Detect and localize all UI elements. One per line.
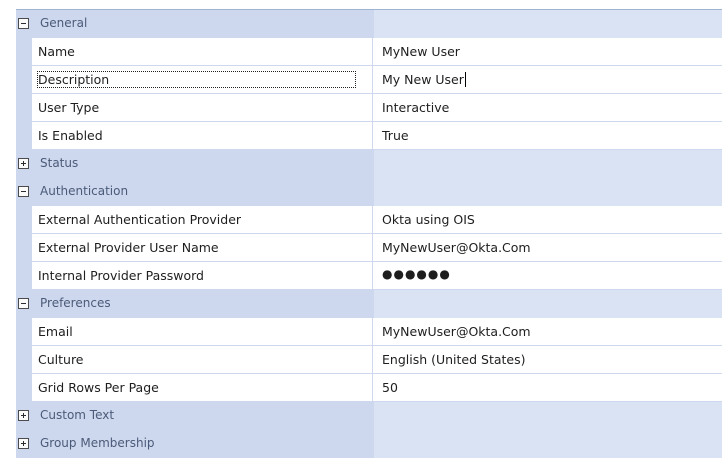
property-row-grid-rows-per-page[interactable]: Grid Rows Per Page 50 — [16, 374, 722, 402]
expand-icon[interactable] — [18, 410, 29, 421]
property-value-cell[interactable]: Okta using OIS — [374, 206, 722, 233]
property-name-label: Email — [38, 324, 73, 339]
property-name-label: Culture — [38, 352, 84, 367]
property-name-label: Grid Rows Per Page — [38, 380, 159, 395]
expand-icon[interactable] — [18, 158, 29, 169]
property-value-text: Okta using OIS — [382, 212, 475, 227]
property-row-user-type[interactable]: User Type Interactive — [16, 94, 722, 122]
property-row-is-enabled[interactable]: Is Enabled True — [16, 122, 722, 150]
property-name-label: Is Enabled — [38, 128, 103, 143]
property-grid: General Name MyNew User Description My New U… — [0, 0, 722, 458]
category-label: Preferences — [40, 296, 111, 310]
property-name-cell[interactable]: Description — [32, 66, 373, 93]
property-row-name[interactable]: Name MyNew User — [16, 38, 722, 66]
property-name-cell[interactable]: External Authentication Provider — [32, 206, 373, 233]
property-value-text: MyNewUser@Okta.Com — [382, 240, 531, 255]
property-value-editor[interactable]: My New User — [374, 66, 722, 93]
property-name-cell[interactable]: Culture — [32, 346, 373, 373]
category-value-cell — [374, 10, 722, 38]
category-row-general[interactable]: General — [16, 10, 722, 38]
property-name-label: User Type — [38, 100, 100, 115]
property-row-external-provider-user-name[interactable]: External Provider User Name MyNewUser@Okt… — [16, 234, 722, 262]
category-label: Status — [40, 156, 79, 170]
property-row-email[interactable]: Email MyNewUser@Okta.Com — [16, 318, 722, 346]
property-value-cell[interactable]: MyNew User — [374, 38, 722, 65]
category-label: Custom Text — [40, 408, 115, 422]
property-value-text: ●●●●●● — [382, 267, 451, 281]
property-value-cell[interactable]: MyNewUser@Okta.Com — [374, 234, 722, 261]
category-row-group-membership[interactable]: Group Membership — [16, 430, 722, 458]
property-value-text: My New User — [382, 72, 464, 87]
property-value-text: MyNewUser@Okta.Com — [382, 324, 531, 339]
property-value-cell[interactable]: Interactive — [374, 94, 722, 121]
collapse-icon[interactable] — [18, 186, 29, 197]
property-name-cell[interactable]: User Type — [32, 94, 373, 121]
property-value-cell[interactable]: MyNewUser@Okta.Com — [374, 318, 722, 345]
property-name-label: Name — [38, 44, 75, 59]
property-row-internal-provider-password[interactable]: Internal Provider Password ●●●●●● — [16, 262, 722, 290]
property-name-label: External Authentication Provider — [38, 212, 242, 227]
property-name-label: Internal Provider Password — [38, 268, 204, 283]
expand-icon[interactable] — [18, 438, 29, 449]
category-row-preferences[interactable]: Preferences — [16, 290, 722, 318]
category-row-status[interactable]: Status — [16, 150, 722, 178]
property-name-cell[interactable]: Internal Provider Password — [32, 262, 373, 289]
category-row-authentication[interactable]: Authentication — [16, 178, 722, 206]
category-label: Group Membership — [40, 436, 155, 450]
category-value-cell — [374, 150, 722, 178]
category-label: Authentication — [40, 184, 129, 198]
property-row-culture[interactable]: Culture English (United States) — [16, 346, 722, 374]
property-value-cell[interactable]: English (United States) — [374, 346, 722, 373]
category-value-cell — [374, 178, 722, 206]
category-label: General — [40, 16, 88, 30]
property-value-text: MyNew User — [382, 44, 460, 59]
property-value-text: Interactive — [382, 100, 450, 115]
property-value-cell[interactable]: 50 — [374, 374, 722, 401]
property-value-text: True — [382, 128, 409, 143]
property-name-cell[interactable]: Is Enabled — [32, 122, 373, 149]
collapse-icon[interactable] — [18, 298, 29, 309]
property-value-text: English (United States) — [382, 352, 526, 367]
category-value-cell — [374, 430, 722, 458]
category-value-cell — [374, 402, 722, 430]
password-field[interactable]: ●●●●●● — [374, 262, 722, 289]
category-row-custom-text[interactable]: Custom Text — [16, 402, 722, 430]
property-name-cell[interactable]: Name — [32, 38, 373, 65]
property-name-label: External Provider User Name — [38, 240, 219, 255]
property-value-text: 50 — [382, 380, 398, 395]
property-row-description[interactable]: Description My New User — [16, 66, 722, 94]
property-name-label: Description — [36, 71, 357, 88]
collapse-icon[interactable] — [18, 18, 29, 29]
category-value-cell — [374, 290, 722, 318]
property-name-cell[interactable]: External Provider User Name — [32, 234, 373, 261]
property-name-cell[interactable]: Email — [32, 318, 373, 345]
property-name-cell[interactable]: Grid Rows Per Page — [32, 374, 373, 401]
property-row-external-authentication-provider[interactable]: External Authentication Provider Okta usi… — [16, 206, 722, 234]
property-value-cell[interactable]: True — [374, 122, 722, 149]
